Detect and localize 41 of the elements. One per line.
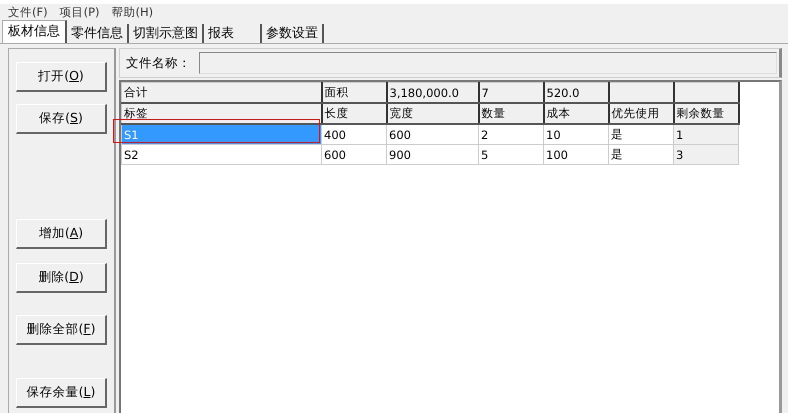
summary-cell: 合计 <box>122 82 322 103</box>
file-name-field[interactable] <box>199 52 777 74</box>
action-button[interactable]: 删除(D) <box>16 263 107 293</box>
summary-cell: 7 <box>478 82 544 103</box>
table-cell[interactable]: 10 <box>544 124 608 144</box>
menu-item[interactable]: 项目(P) <box>60 5 100 20</box>
table-cell[interactable]: 100 <box>544 144 608 164</box>
table-cell[interactable]: 900 <box>386 144 478 164</box>
summary-cell: 3,180,000.0 <box>386 82 478 103</box>
summary-cell: 面积 <box>322 82 386 103</box>
table-cell[interactable]: S2 <box>122 144 322 164</box>
column-header[interactable]: 数量 <box>478 103 544 124</box>
action-button[interactable]: 打开(O) <box>16 62 107 92</box>
tab[interactable]: 零件信息 <box>67 24 129 43</box>
column-header[interactable]: 宽度 <box>386 103 478 124</box>
tab[interactable]: 板材信息 <box>2 20 67 43</box>
tab[interactable]: 报表 <box>204 24 262 43</box>
menu-item[interactable]: 文件(F) <box>8 5 48 20</box>
table-cell[interactable]: 2 <box>478 124 544 144</box>
file-name-label: 文件名称： <box>126 54 191 72</box>
summary-cell <box>674 82 738 103</box>
column-header[interactable]: 剩余数量 <box>674 103 738 124</box>
table-cell[interactable]: 1 <box>674 124 738 144</box>
menu-item[interactable]: 帮助(H) <box>112 5 154 20</box>
table-cell[interactable]: 400 <box>322 124 386 144</box>
table-cell[interactable]: 3 <box>674 144 738 164</box>
action-button[interactable]: 保存(S) <box>16 104 107 134</box>
column-header[interactable]: 优先使用 <box>608 103 674 124</box>
column-header[interactable]: 成本 <box>544 103 608 124</box>
action-button[interactable]: 保存余量(L) <box>16 378 107 408</box>
tab[interactable]: 参数设置 <box>262 24 324 43</box>
tab[interactable]: 切割示意图 <box>129 24 204 43</box>
column-header[interactable]: 标签 <box>122 103 322 124</box>
action-button[interactable]: 删除全部(F) <box>16 315 107 345</box>
table-cell[interactable]: 600 <box>322 144 386 164</box>
summary-cell <box>608 82 674 103</box>
table-cell[interactable]: 600 <box>386 124 478 144</box>
table-cell[interactable]: 5 <box>478 144 544 164</box>
action-button[interactable]: 增加(A) <box>16 219 107 249</box>
summary-cell: 520.0 <box>544 82 608 103</box>
column-header[interactable]: 长度 <box>322 103 386 124</box>
